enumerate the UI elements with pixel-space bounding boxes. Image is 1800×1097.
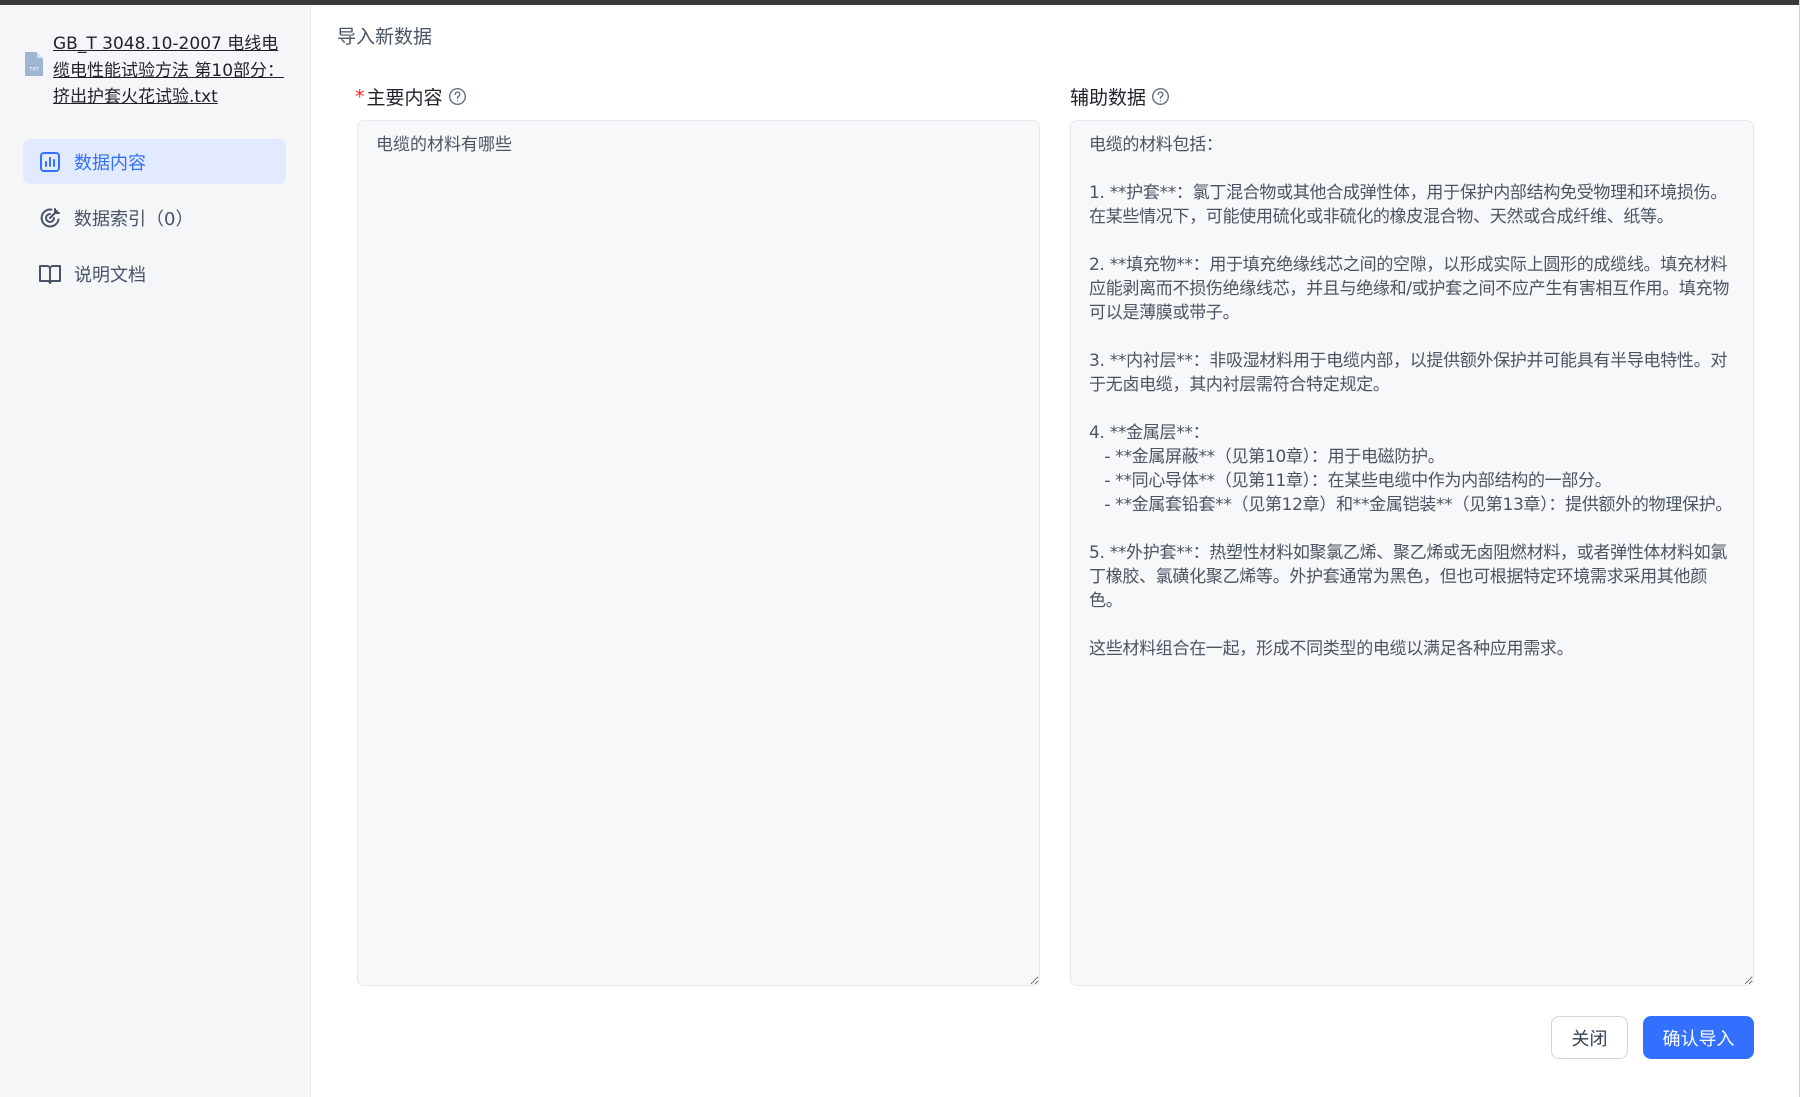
aux-data-textarea[interactable]: 电缆的材料包括： 1. **护套**：氯丁混合物或其他合成弹性体，用于保护内部结… (1070, 120, 1754, 986)
bar-chart-icon (40, 151, 60, 172)
file-header: TXT GB_T 3048.10-2007 电线电缆电性能试验方法 第10部分：… (24, 31, 289, 111)
file-name-link[interactable]: GB_T 3048.10-2007 电线电缆电性能试验方法 第10部分：挤出护套… (53, 31, 289, 111)
dialog-title: 导入新数据 (337, 26, 433, 48)
sidebar-item-label: 数据内容 (74, 152, 146, 174)
required-mark: * (355, 85, 365, 108)
target-icon (40, 207, 60, 227)
sidebar: TXT GB_T 3048.10-2007 电线电缆电性能试验方法 第10部分：… (0, 5, 311, 1097)
book-icon (39, 264, 61, 284)
aux-data-label-text: 辅助数据 (1070, 87, 1147, 109)
main-content-label: * 主要内容 (355, 83, 467, 110)
aux-data-label: 辅助数据 (1070, 83, 1170, 110)
main-content-textarea[interactable]: 电缆的材料有哪些 (357, 120, 1040, 986)
help-circle-icon[interactable] (448, 87, 467, 106)
help-circle-icon[interactable] (1151, 87, 1170, 106)
sidebar-item-label: 数据索引（0） (74, 208, 194, 230)
confirm-import-button[interactable]: 确认导入 (1643, 1016, 1754, 1059)
sidebar-item-data-content[interactable]: 数据内容 (23, 139, 286, 184)
sidebar-item-docs[interactable]: 说明文档 (23, 251, 286, 296)
txt-file-icon: TXT (25, 52, 43, 76)
main-content-label-text: 主要内容 (366, 87, 443, 109)
sidebar-item-label: 说明文档 (74, 264, 146, 286)
svg-text:TXT: TXT (28, 67, 39, 73)
sidebar-nav: 数据内容 数据索引（0） 说明文档 (23, 139, 286, 307)
import-dialog: 导入新数据 * 主要内容 辅助数据 电缆的材料有哪些 电缆的材料包括： 1. *… (311, 5, 1798, 1097)
close-button[interactable]: 关闭 (1551, 1016, 1628, 1059)
sidebar-item-data-index[interactable]: 数据索引（0） (23, 195, 286, 240)
